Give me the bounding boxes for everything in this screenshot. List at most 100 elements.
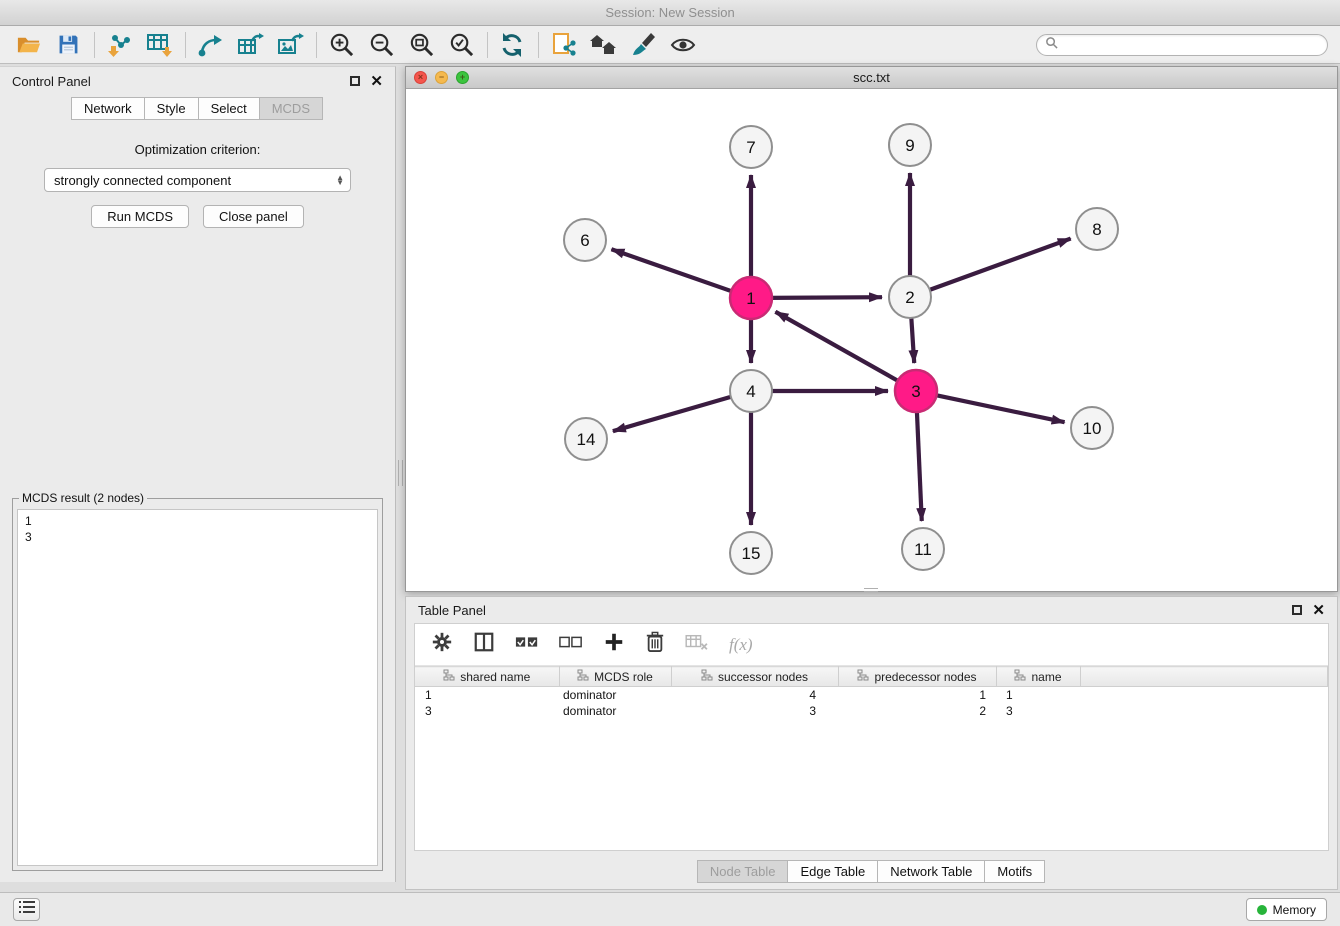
graph-edge-3-10[interactable]	[934, 395, 1065, 423]
list-item[interactable]: 1	[25, 513, 370, 529]
column-header-predecessor-nodes[interactable]: predecessor nodes	[838, 667, 996, 687]
graph-node-7[interactable]: 7	[730, 126, 772, 168]
save-icon	[56, 32, 81, 57]
tab-network[interactable]: Network	[71, 97, 145, 120]
graph-node-3[interactable]: 3	[895, 370, 937, 412]
network-graph[interactable]: 7 9 6 8 1 2 4 3 14 10 15 11	[406, 89, 1337, 591]
add-column-button[interactable]	[603, 631, 625, 658]
maximize-window-button[interactable]: +	[456, 71, 469, 84]
close-table-panel-icon[interactable]: ✕	[1312, 603, 1325, 618]
clone-network-button[interactable]	[547, 29, 579, 61]
control-panel-header: Control Panel ✕	[0, 67, 395, 95]
zoom-fit-button[interactable]	[405, 29, 437, 61]
splitter-handle[interactable]	[398, 460, 403, 486]
search-box[interactable]	[1036, 34, 1328, 56]
graph-edge-3-11[interactable]	[917, 409, 922, 521]
open-session-button[interactable]	[12, 29, 44, 61]
graph-node-1[interactable]: 1	[730, 277, 772, 319]
tab-select[interactable]: Select	[198, 97, 260, 120]
tab-network-table[interactable]: Network Table	[877, 860, 985, 883]
tab-motifs[interactable]: Motifs	[984, 860, 1045, 883]
close-window-button[interactable]: ×	[414, 71, 427, 84]
run-mcds-button[interactable]: Run MCDS	[91, 205, 189, 228]
search-input[interactable]	[1064, 38, 1319, 52]
task-history-button[interactable]	[13, 898, 40, 921]
column-header-successor-nodes[interactable]: successor nodes	[671, 667, 838, 687]
tab-node-table[interactable]: Node Table	[697, 860, 789, 883]
graph-edge-1-2[interactable]	[769, 297, 882, 298]
column-header-name[interactable]: name	[996, 667, 1080, 687]
graph-node-6[interactable]: 6	[564, 219, 606, 261]
tab-edge-table[interactable]: Edge Table	[787, 860, 878, 883]
deselect-all-button[interactable]	[559, 634, 583, 655]
import-network-button[interactable]	[103, 29, 135, 61]
plus-icon	[603, 631, 625, 658]
graph-node-11[interactable]: 11	[902, 528, 944, 570]
status-bar: Memory	[0, 892, 1340, 926]
search-icon	[1045, 36, 1058, 54]
paint-brush-icon	[629, 31, 657, 59]
graph-node-4[interactable]: 4	[730, 370, 772, 412]
memory-button[interactable]: Memory	[1246, 898, 1327, 921]
table-row[interactable]: 1dominator411	[415, 687, 1328, 703]
node-table: shared name MCDS role successor nodes pr…	[415, 666, 1328, 719]
toolbar-separator	[538, 32, 539, 58]
homes-icon	[588, 31, 618, 59]
import-table-button[interactable]	[143, 29, 175, 61]
unchecked-boxes-icon	[559, 634, 583, 655]
toolbar-separator	[94, 32, 95, 58]
network-window: scc.txt × − + 7 9 6 8 1 2 4 3 14 10 15 11	[405, 66, 1338, 592]
mcds-result-list[interactable]: 1 3	[17, 509, 378, 866]
delete-table-button[interactable]	[685, 633, 709, 656]
tab-mcds[interactable]: MCDS	[259, 97, 323, 120]
zoom-selected-button[interactable]	[445, 29, 477, 61]
graph-node-8[interactable]: 8	[1076, 208, 1118, 250]
table-settings-button[interactable]	[431, 631, 453, 658]
column-header-mcds-role[interactable]: MCDS role	[559, 667, 671, 687]
float-table-panel-button[interactable]	[1292, 605, 1302, 615]
export-table-button[interactable]	[234, 29, 266, 61]
select-all-button[interactable]	[515, 634, 539, 655]
tab-style[interactable]: Style	[144, 97, 199, 120]
optimization-criterion-label: Optimization criterion:	[0, 142, 395, 157]
show-graphics-button[interactable]	[667, 29, 699, 61]
graph-edge-4-14[interactable]	[613, 396, 734, 431]
graph-node-9[interactable]: 9	[889, 124, 931, 166]
export-image-button[interactable]	[274, 29, 306, 61]
svg-text:7: 7	[746, 138, 755, 157]
graph-node-14[interactable]: 14	[565, 418, 607, 460]
window-resize-grip[interactable]	[864, 588, 878, 592]
table-row[interactable]: 3dominator323	[415, 703, 1328, 719]
minimize-window-button[interactable]: −	[435, 71, 448, 84]
refresh-layout-button[interactable]	[496, 29, 528, 61]
export-network-button[interactable]	[194, 29, 226, 61]
float-panel-button[interactable]	[350, 76, 360, 86]
graph-edge-3-1[interactable]	[775, 312, 900, 382]
home-networks-button[interactable]	[587, 29, 619, 61]
graph-node-10[interactable]: 10	[1071, 407, 1113, 449]
save-session-button[interactable]	[52, 29, 84, 61]
graph-edge-1-6[interactable]	[611, 249, 734, 292]
show-columns-button[interactable]	[473, 631, 495, 658]
zoom-in-button[interactable]	[325, 29, 357, 61]
delete-column-button[interactable]	[645, 631, 665, 658]
svg-text:15: 15	[742, 544, 761, 563]
control-panel: Control Panel ✕ Network Style Select MCD…	[0, 66, 396, 882]
graph-node-15[interactable]: 15	[730, 532, 772, 574]
close-panel-icon[interactable]: ✕	[370, 74, 383, 89]
graph-node-2[interactable]: 2	[889, 276, 931, 318]
clone-network-icon	[549, 31, 577, 59]
function-builder-button[interactable]: f(x)	[729, 635, 753, 655]
columns-icon	[473, 631, 495, 658]
export-network-icon	[196, 31, 224, 59]
list-item[interactable]: 3	[25, 529, 370, 545]
graph-edge-2-8[interactable]	[927, 239, 1071, 291]
control-panel-tabs: Network Style Select MCDS	[0, 95, 395, 128]
graph-edge-2-3[interactable]	[911, 315, 914, 363]
style-brush-button[interactable]	[627, 29, 659, 61]
column-header-shared-name[interactable]: shared name	[415, 667, 559, 687]
network-window-titlebar: scc.txt × − +	[406, 67, 1337, 89]
zoom-out-button[interactable]	[365, 29, 397, 61]
close-panel-button[interactable]: Close panel	[203, 205, 304, 228]
criterion-dropdown[interactable]: strongly connected component ▲▼	[44, 168, 351, 192]
